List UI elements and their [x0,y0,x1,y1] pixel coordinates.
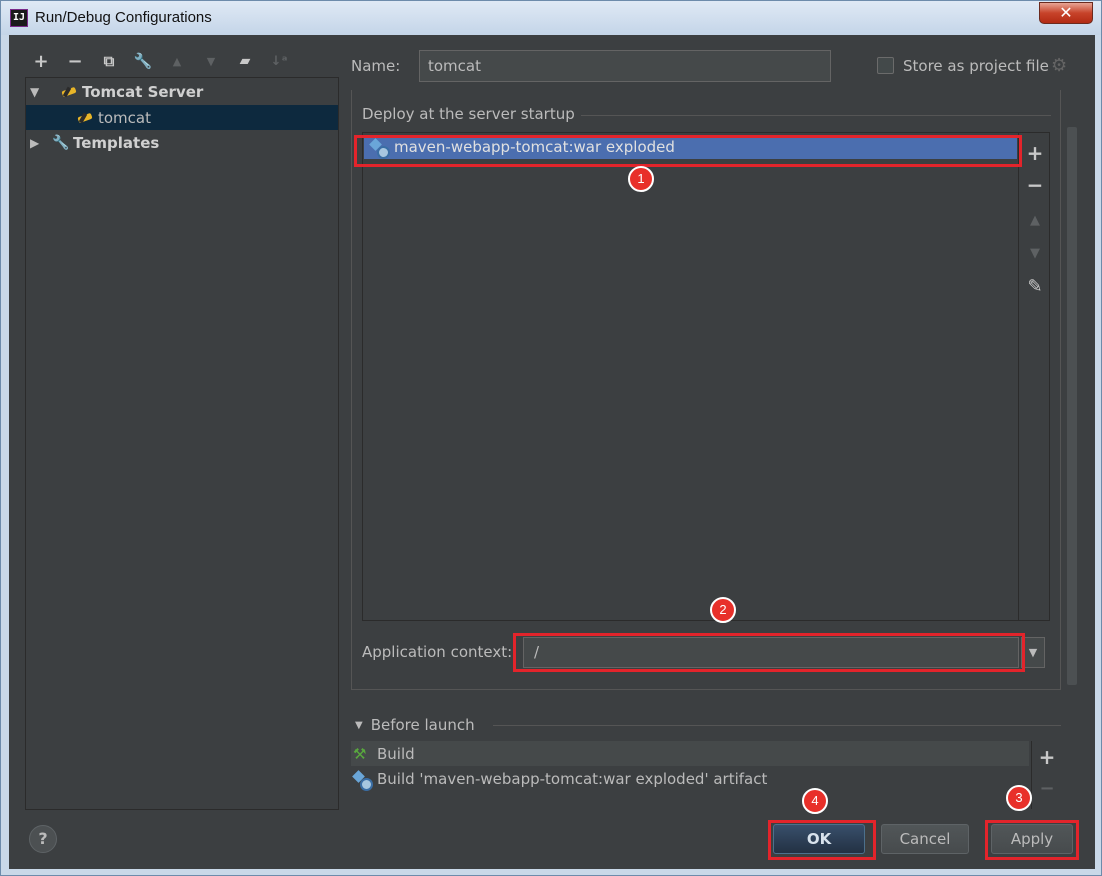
add-icon[interactable]: + [1019,141,1051,165]
deploy-list: maven-webapp-tomcat:war exploded [362,132,1050,621]
tree-item-label: Templates [73,133,160,152]
wrench-icon: 🔧 [52,134,70,151]
before-launch-side-toolbar: + − [1031,741,1061,809]
hammer-icon: ⚒ [353,744,367,763]
annotation-box-deploy-item [354,135,1022,167]
before-launch-title[interactable]: ▼ Before launch [355,716,475,734]
collapse-arrow-icon[interactable]: ▶ [30,136,44,150]
tree-item-tomcat[interactable]: tomcat [26,105,338,130]
name-label: Name: [351,57,401,75]
wrench-icon[interactable]: 🔧 [131,49,155,73]
before-launch-label: Before launch [370,716,475,734]
sort-icon[interactable]: ↓ᵃ [267,49,291,73]
remove-icon[interactable]: − [1032,777,1062,801]
annotation-box-apply [985,820,1079,860]
title-bar: IJ Run/Debug Configurations ✕ [1,1,1101,35]
move-down-icon[interactable]: ▼ [1019,242,1051,266]
before-launch-list: ⚒ Build Build 'maven-webapp-tomcat:war e… [351,741,1029,809]
deploy-section-title: Deploy at the server startup [362,105,575,123]
deploy-side-toolbar: + − ▲ ▼ ✎ [1018,133,1050,620]
before-launch-item-label: Build 'maven-webapp-tomcat:war exploded'… [377,769,768,788]
annotation-box-ok [768,820,876,860]
divider [493,725,1061,726]
move-up-icon[interactable]: ▲ [1019,209,1051,233]
app-context-label: Application context: [362,643,513,661]
cancel-button[interactable]: Cancel [881,824,969,854]
config-toolbar: + − ⧉ 🔧 ▲ ▼ ▰ ↓ᵃ [29,49,291,73]
store-as-project-checkbox[interactable] [877,57,894,74]
edit-icon[interactable]: ✎ [1019,275,1051,299]
tomcat-icon [60,84,78,100]
vertical-scrollbar[interactable] [1067,127,1077,685]
copy-icon[interactable]: ⧉ [97,49,121,73]
before-launch-item[interactable]: Build 'maven-webapp-tomcat:war exploded'… [351,766,1029,791]
store-as-project-label: Store as project file [903,57,1049,75]
annotation-marker-1: 1 [628,166,654,192]
annotation-marker-2: 2 [710,597,736,623]
tree-item-label: Tomcat Server [82,82,204,101]
remove-icon[interactable]: − [63,49,87,73]
collapse-triangle-icon[interactable]: ▼ [355,720,363,731]
run-debug-window: IJ Run/Debug Configurations ✕ + − ⧉ 🔧 ▲ … [0,0,1102,876]
window-title: Run/Debug Configurations [35,9,212,26]
add-icon[interactable]: + [29,49,53,73]
annotation-marker-3: 3 [1006,785,1032,811]
close-button[interactable]: ✕ [1039,2,1093,24]
move-down-icon[interactable]: ▼ [199,49,223,73]
move-up-icon[interactable]: ▲ [165,49,189,73]
config-tree: ▼ Tomcat Server tomcat ▶ 🔧 Templates [25,77,339,810]
remove-icon[interactable]: − [1019,173,1051,197]
annotation-marker-4: 4 [802,788,828,814]
tomcat-icon [76,110,94,126]
before-launch-item-label: Build [377,744,415,763]
divider [581,115,1051,116]
add-icon[interactable]: + [1032,745,1062,769]
help-button[interactable]: ? [29,825,57,853]
tree-item-templates[interactable]: ▶ 🔧 Templates [26,130,338,155]
intellij-icon: IJ [10,9,28,27]
dialog-body: + − ⧉ 🔧 ▲ ▼ ▰ ↓ᵃ ▼ Tomcat Server tomcat … [9,35,1095,869]
tree-item-tomcat-server[interactable]: ▼ Tomcat Server [26,79,338,104]
tree-item-label: tomcat [98,108,151,127]
expand-arrow-icon[interactable]: ▼ [30,85,44,99]
gear-icon[interactable]: ⚙ [1051,57,1071,77]
name-input[interactable]: tomcat [419,50,831,82]
annotation-box-app-context [513,633,1025,672]
artifact-icon [353,770,373,791]
folder-add-icon[interactable]: ▰ [233,49,257,73]
before-launch-item[interactable]: ⚒ Build [351,741,1029,766]
